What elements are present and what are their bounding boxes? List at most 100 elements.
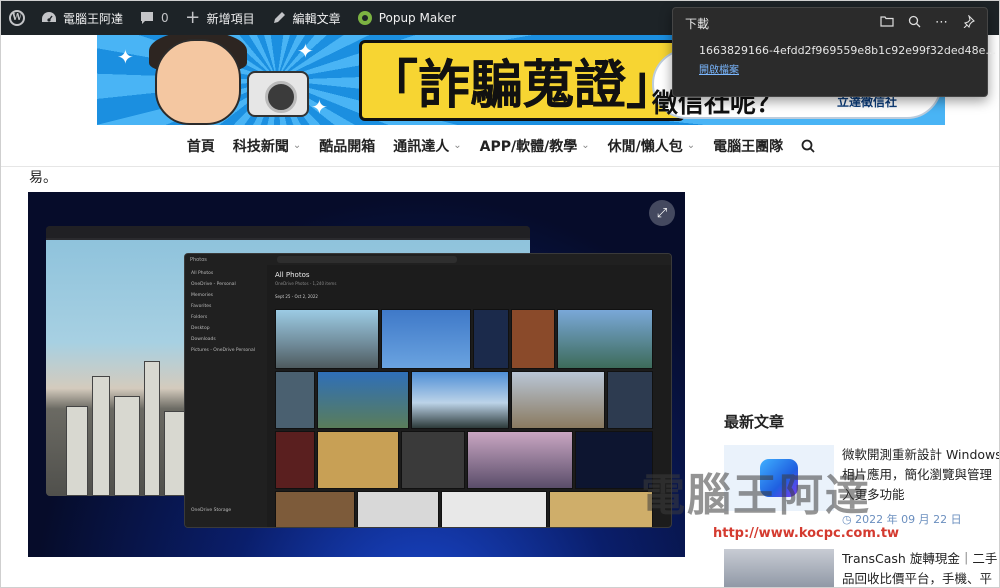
zoom-icon[interactable]: ⤢ xyxy=(649,200,675,226)
photos-search xyxy=(276,256,457,263)
more-options-icon[interactable]: ⋯ xyxy=(935,15,948,32)
post-thumbnail[interactable] xyxy=(724,549,834,587)
download-item[interactable]: 1663829166-4efdd2f969559e8b1c92e99f32ded… xyxy=(673,38,996,82)
download-filename: 1663829166-4efdd2f969559e8b1c92e99f32ded… xyxy=(699,44,996,57)
photos-sidebar-item: Memories xyxy=(191,293,214,298)
nav-item[interactable]: APP/軟體/教學 ⌄ xyxy=(480,136,590,156)
chevron-down-icon: ⌄ xyxy=(581,140,590,151)
latest-post-item[interactable]: TransCash 旋轉現金｜二手 品回收比價平台，手機、平 xyxy=(724,549,997,587)
photo-tile xyxy=(401,431,465,489)
photos-main: All Photos OneDrive Photos - 1,240 items… xyxy=(275,271,671,527)
photo-tile xyxy=(467,431,573,489)
photos-sidebar-item: Desktop xyxy=(191,326,210,331)
photos-subtitle: OneDrive Photos - 1,240 items xyxy=(275,281,337,286)
photo-tile xyxy=(511,309,555,369)
watermark-logo: 電腦王阿達 xyxy=(641,470,871,521)
chevron-down-icon: ⌄ xyxy=(292,140,302,151)
photo-tile xyxy=(275,431,315,489)
browser-viewport: W 電腦王阿達 0 + 新增項目 編輯文章 Popup Maker ✦ ✦ ✦ … xyxy=(0,0,1000,588)
photo-tile xyxy=(317,431,399,489)
edit-post-link[interactable]: 編輯文章 xyxy=(263,1,349,35)
article-image[interactable]: ⤢ Photos All Photos OneDrive - Personal Me… xyxy=(28,192,685,557)
wordpress-logo-icon: W xyxy=(9,10,25,26)
nav-item-label: 酷品開箱 xyxy=(319,138,376,155)
photo-tile xyxy=(275,491,355,527)
nav-item[interactable]: 科技新聞 ⌄ xyxy=(233,136,301,156)
open-file-link[interactable]: 開啟檔案 xyxy=(699,61,996,76)
popup-maker-link[interactable]: Popup Maker xyxy=(349,1,464,35)
nav-item[interactable]: 通訊達人 ⌄ xyxy=(393,136,461,156)
nav-item-label: 電腦王團隊 xyxy=(713,138,784,155)
photo-tile xyxy=(549,491,653,527)
photo-tile xyxy=(357,491,439,527)
camera-icon xyxy=(247,71,309,117)
photo-tile xyxy=(557,309,653,369)
main-nav: 首頁 科技新聞 ⌄ 酷品開箱 通訊達人 ⌄ APP/軟體/教學 ⌄ 休閒/懶人包 ⌄ 電腦王團隊 xyxy=(1,125,999,167)
pencil-icon xyxy=(271,10,287,26)
comments-link[interactable]: 0 xyxy=(131,1,177,35)
search-icon[interactable] xyxy=(908,15,921,32)
site-name-link[interactable]: 電腦王阿達 xyxy=(33,1,131,35)
photos-sidebar-item: All Photos xyxy=(191,271,214,276)
new-content-link[interactable]: + 新增項目 xyxy=(177,1,263,35)
search-icon[interactable] xyxy=(801,139,815,153)
sparkle-icon: ✦ xyxy=(311,95,328,119)
cartoon-face xyxy=(155,39,241,125)
photos-sidebar: All Photos OneDrive - Personal Memories Fav… xyxy=(185,265,267,527)
photo-tile xyxy=(275,371,315,429)
viewer-titlebar xyxy=(46,226,530,238)
popup-maker-label: Popup Maker xyxy=(378,11,457,25)
post-title[interactable]: TransCash 旋轉現金｜二手 品回收比價平台，手機、平 xyxy=(842,549,999,587)
new-item-label: 新增項目 xyxy=(206,11,255,26)
photos-sidebar-item: Downloads xyxy=(191,337,216,342)
sparkle-icon: ✦ xyxy=(297,39,314,63)
plus-icon: + xyxy=(185,7,201,28)
photos-app-label: Photos xyxy=(190,256,207,263)
nav-item-label: 科技新聞 xyxy=(232,138,289,155)
photos-sidebar-item: Pictures - OneDrive Personal xyxy=(191,348,256,353)
folder-icon[interactable] xyxy=(880,15,894,32)
photo-tile xyxy=(441,491,547,527)
nav-item[interactable]: 首頁 xyxy=(187,136,215,156)
nav-item[interactable]: 休閒/懶人包 ⌄ xyxy=(608,136,696,156)
nav-item-label: 休閒/懶人包 xyxy=(607,138,683,155)
downloads-panel: 下載 ⋯ 1663829166-4efdd2f969559e8b1c92e99f… xyxy=(672,7,996,97)
watermark-url: http://www.kocpc.com.tw xyxy=(713,526,900,541)
photos-sidebar-item: OneDrive - Personal xyxy=(191,282,236,287)
nav-item-label: 首頁 xyxy=(186,138,215,155)
photo-tile xyxy=(607,371,653,429)
photos-sidebar-item: Folders xyxy=(191,315,208,320)
comment-icon xyxy=(139,10,155,26)
nav-item[interactable]: 酷品開箱 xyxy=(319,136,375,156)
photo-tile xyxy=(275,309,379,369)
nav-item[interactable]: 電腦王團隊 xyxy=(713,136,783,156)
article-text: 易。 xyxy=(29,170,57,186)
nav-item-label: 通訊達人 xyxy=(393,138,450,155)
site-name: 電腦王阿達 xyxy=(63,11,124,26)
edit-post-label: 編輯文章 xyxy=(292,11,341,26)
pin-icon[interactable] xyxy=(962,13,975,32)
dashboard-icon xyxy=(41,10,57,26)
photos-sidebar-item: Favorites xyxy=(191,304,212,309)
latest-posts-heading: 最新文章 xyxy=(724,413,785,431)
photo-tile xyxy=(473,309,509,369)
photos-app-window: Photos All Photos OneDrive - Personal Memo… xyxy=(184,253,672,528)
photo-tile xyxy=(317,371,409,429)
storage-label: OneDrive Storage xyxy=(191,508,232,513)
nav-item-label: APP/軟體/教學 xyxy=(479,138,578,155)
chevron-down-icon: ⌄ xyxy=(686,140,696,151)
popup-maker-icon xyxy=(357,10,373,26)
photo-tile xyxy=(381,309,471,369)
wordpress-menu[interactable]: W xyxy=(1,1,33,35)
downloads-title: 下載 xyxy=(685,16,710,31)
banner-title: 「詐騙蒐證」 xyxy=(343,39,701,121)
downloads-header: 下載 ⋯ xyxy=(673,8,987,38)
sparkle-icon: ✦ xyxy=(117,45,134,69)
downloads-toolbar: ⋯ xyxy=(880,13,975,32)
photo-tile xyxy=(411,371,509,429)
photos-title: All Photos xyxy=(275,271,310,279)
comments-count: 0 xyxy=(161,11,169,25)
chevron-down-icon: ⌄ xyxy=(453,140,462,151)
photo-tile xyxy=(511,371,605,429)
photos-date-range: Sept 25 - Oct 2, 2022 xyxy=(275,294,318,299)
